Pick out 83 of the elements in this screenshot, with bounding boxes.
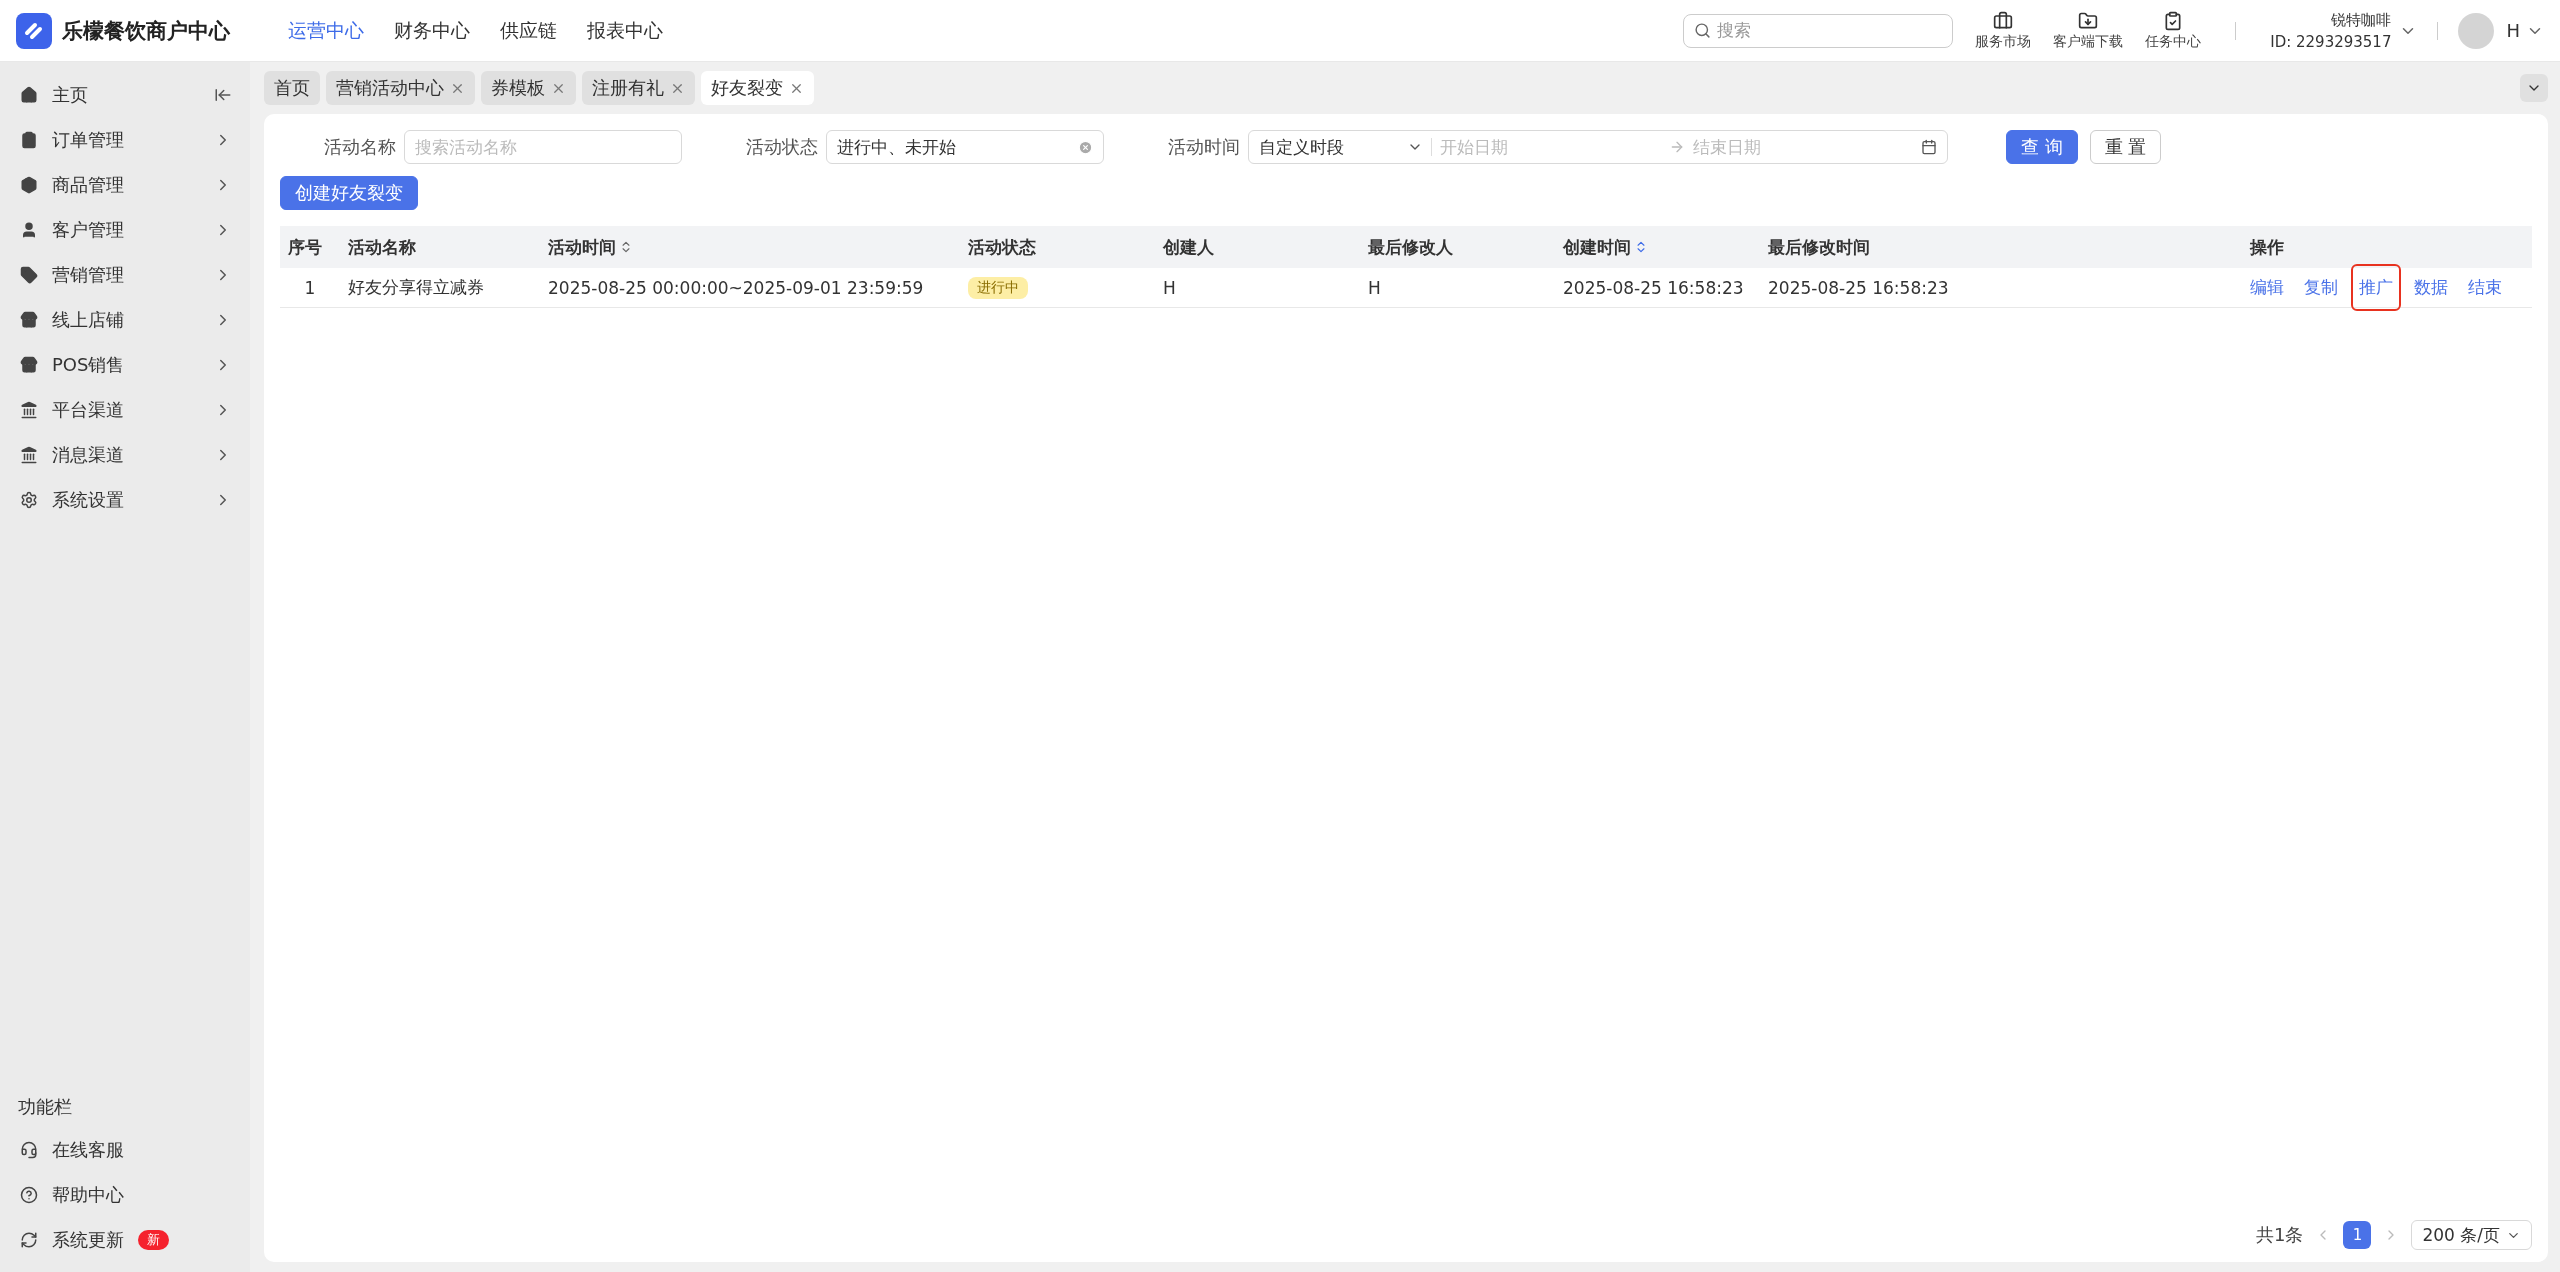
create-button[interactable]: 创建好友裂变 [280,176,418,210]
page-tab[interactable]: 券模板 [481,71,576,105]
sidebar-item[interactable]: 主页 [0,72,250,117]
user-icon [20,220,38,239]
column-header: 活动名称 [340,226,540,268]
sidebar-item[interactable]: 消息渠道 [0,432,250,477]
column-header: 创建人 [1155,226,1360,268]
home-icon [20,85,38,104]
action-link[interactable]: 结束 [2468,276,2502,299]
bank-icon [20,445,38,464]
headset-icon [20,1140,38,1159]
function-item[interactable]: 在线客服 [0,1127,250,1172]
search-icon [1694,22,1712,39]
sidebar-item[interactable]: 商品管理 [0,162,250,207]
column-header: 序号 [280,226,340,268]
tabs-menu-button[interactable] [2520,74,2548,102]
sidebar-item[interactable]: 营销管理 [0,252,250,297]
section-title: 功能栏 [17,1095,73,1119]
column-header: 操作 [2242,226,2532,268]
page-size-select[interactable]: 200 条/页 [2411,1220,2532,1250]
account-id: ID: 2293293517 [2270,32,2392,51]
help-icon [20,1185,38,1204]
clipboard-check-icon[interactable] [2163,10,2184,31]
store-icon [20,310,38,329]
sidebar-item[interactable]: 客户管理 [0,207,250,252]
column-header: 最后修改时间 [1760,226,1975,268]
user-name[interactable]: H [2506,20,2520,41]
action-link[interactable]: 编辑 [2250,276,2284,299]
reset-button[interactable]: 重 置 [2089,130,2162,164]
tool-label[interactable]: 服务市场 [1975,32,2032,51]
clear-icon[interactable] [1078,139,1093,155]
tag-icon [20,265,38,284]
briefcase-icon[interactable] [1993,10,2014,31]
new-badge: 新 [138,1229,169,1250]
refresh-icon [20,1230,38,1249]
page-tab[interactable]: 好友裂变 [701,71,814,105]
column-header: 活动状态 [960,226,1155,268]
tool-label[interactable]: 任务中心 [2145,32,2202,51]
top-nav-item[interactable]: 财务中心 [394,17,470,44]
column-header: 创建时间 [1555,226,1760,268]
account-name[interactable]: 锐特咖啡 [2331,10,2392,30]
sidebar-item[interactable]: 订单管理 [0,117,250,162]
table-cell: 1 [280,268,340,308]
top-nav-item[interactable]: 供应链 [500,17,557,44]
table-cell: 好友分享得立减券 [340,268,540,308]
store-icon [20,355,38,374]
total-count: 共1条 [2255,1223,2304,1247]
action-link[interactable]: 推广 [2351,264,2401,311]
page-tab[interactable]: 注册有礼 [582,71,695,105]
status-select[interactable]: 进行中、未开始 [826,130,1104,164]
top-nav-item[interactable]: 运营中心 [288,17,364,44]
field-label: 活动时间 [1168,135,1240,159]
page-tab[interactable]: 营销活动中心 [326,71,475,105]
query-button[interactable]: 查 询 [2006,130,2078,164]
bank-icon [20,400,38,419]
table-cell: 2025-08-25 00:00:00~2025-09-01 23:59:59 [540,268,960,308]
settings-icon [20,490,38,509]
table-cell: 2025-08-25 16:58:23 [1760,268,1975,308]
status-tag: 进行中 [968,276,1028,299]
date-range-field[interactable]: 自定义时段 开始日期 结束日期 [1248,130,1948,164]
sidebar-item[interactable]: 系统设置 [0,477,250,522]
field-label: 活动名称 [324,135,396,159]
folder-download-icon[interactable] [2078,10,2099,31]
action-link[interactable]: 复制 [2304,276,2338,299]
column-header: 活动时间 [540,226,960,268]
sidebar-item[interactable]: POS销售 [0,342,250,387]
field-label: 活动状态 [746,135,818,159]
table-cell: 2025-08-25 16:58:23 [1555,268,1760,308]
action-link[interactable]: 数据 [2414,276,2448,299]
function-item[interactable]: 帮助中心 [0,1172,250,1217]
function-item[interactable]: 系统更新 新 [0,1217,250,1262]
table-cell: H [1155,268,1360,308]
brand-name: 乐檬餐饮商户中心 [62,17,230,45]
top-nav-item[interactable]: 报表中心 [587,17,663,44]
column-header: 最后修改人 [1360,226,1555,268]
page-number[interactable]: 1 [2343,1221,2372,1249]
calendar-icon[interactable] [1921,139,1937,155]
logo-icon [16,12,52,49]
page-tab[interactable]: 首页 [264,71,320,105]
tool-label[interactable]: 客户端下载 [2053,32,2124,51]
table-cell: H [1360,268,1555,308]
sidebar-item[interactable]: 平台渠道 [0,387,250,432]
sidebar-item[interactable]: 线上店铺 [0,297,250,342]
